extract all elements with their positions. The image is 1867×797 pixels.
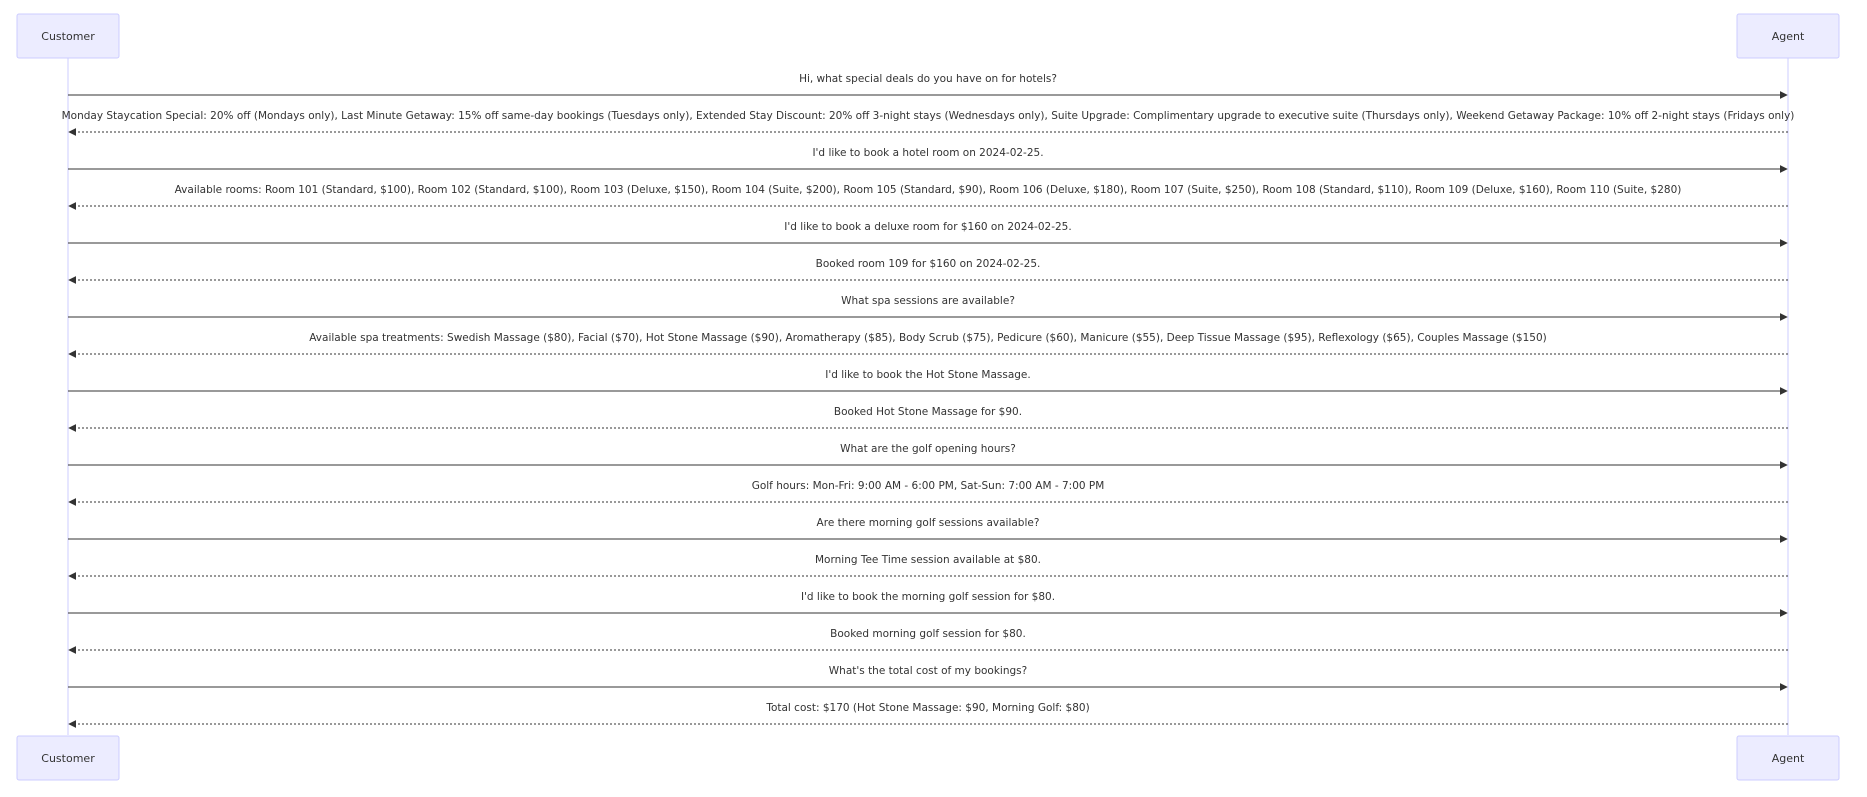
sequence-diagram: Customer Agent Hi, what special deals do… <box>16 13 1840 781</box>
message-text: Booked room 109 for $160 on 2024-02-25. <box>816 258 1041 270</box>
message: What's the total cost of my bookings? <box>68 665 1788 691</box>
message: What spa sessions are available? <box>68 295 1788 321</box>
message: Booked Hot Stone Massage for $90. <box>68 406 1788 432</box>
message: Booked morning golf session for $80. <box>68 628 1788 654</box>
customer-actor-bottom-label: Customer <box>41 752 95 765</box>
messages: Hi, what special deals do you have on fo… <box>62 73 1795 728</box>
customer-actor-top-label: Customer <box>41 30 95 43</box>
message: Golf hours: Mon-Fri: 9:00 AM - 6:00 PM, … <box>68 480 1788 506</box>
message-text: Golf hours: Mon-Fri: 9:00 AM - 6:00 PM, … <box>752 480 1105 492</box>
message-text: I'd like to book the Hot Stone Massage. <box>825 369 1030 381</box>
message-text: What are the golf opening hours? <box>840 443 1016 455</box>
message-text: Hi, what special deals do you have on fo… <box>799 73 1057 85</box>
message-text: Monday Staycation Special: 20% off (Mond… <box>62 110 1795 122</box>
message-text: Booked morning golf session for $80. <box>830 628 1026 640</box>
message: I'd like to book the Hot Stone Massage. <box>68 369 1788 395</box>
agent-actor-bottom-label: Agent <box>1772 752 1805 765</box>
agent-actor-top-label: Agent <box>1772 30 1805 43</box>
agent-actor-top: Agent <box>1736 13 1840 59</box>
message: Available rooms: Room 101 (Standard, $10… <box>68 184 1788 210</box>
message-text: Are there morning golf sessions availabl… <box>817 517 1040 529</box>
message: Total cost: $170 (Hot Stone Massage: $90… <box>68 702 1788 728</box>
message-text: Booked Hot Stone Massage for $90. <box>834 406 1022 418</box>
message-text: Available spa treatments: Swedish Massag… <box>309 332 1547 344</box>
message: What are the golf opening hours? <box>68 443 1788 469</box>
message: Monday Staycation Special: 20% off (Mond… <box>62 110 1795 136</box>
message-text: Available rooms: Room 101 (Standard, $10… <box>175 184 1682 196</box>
customer-actor-top: Customer <box>16 13 120 59</box>
message-text: I'd like to book a hotel room on 2024-02… <box>812 147 1043 159</box>
message: Are there morning golf sessions availabl… <box>68 517 1788 543</box>
message: I'd like to book the morning golf sessio… <box>68 591 1788 617</box>
message: Morning Tee Time session available at $8… <box>68 554 1788 580</box>
message-text: What spa sessions are available? <box>841 295 1015 307</box>
message-text: Morning Tee Time session available at $8… <box>815 554 1041 566</box>
message-text: I'd like to book a deluxe room for $160 … <box>784 221 1071 233</box>
message: I'd like to book a deluxe room for $160 … <box>68 221 1788 247</box>
message: Available spa treatments: Swedish Massag… <box>68 332 1788 358</box>
agent-actor-bottom: Agent <box>1736 735 1840 781</box>
message-text: What's the total cost of my bookings? <box>829 665 1027 677</box>
message: I'd like to book a hotel room on 2024-02… <box>68 147 1788 173</box>
message-text: Total cost: $170 (Hot Stone Massage: $90… <box>765 702 1089 714</box>
message-text: I'd like to book the morning golf sessio… <box>801 591 1055 603</box>
message: Booked room 109 for $160 on 2024-02-25. <box>68 258 1788 284</box>
message: Hi, what special deals do you have on fo… <box>68 73 1788 99</box>
customer-actor-bottom: Customer <box>16 735 120 781</box>
